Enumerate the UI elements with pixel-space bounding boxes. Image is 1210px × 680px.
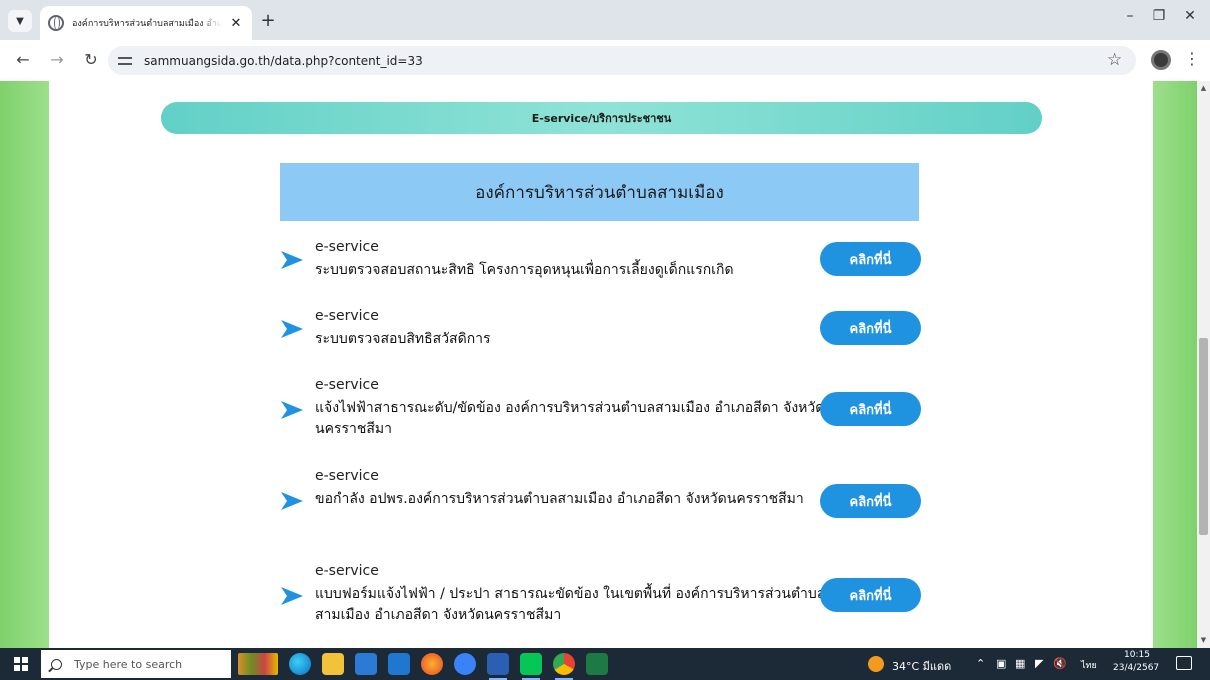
click-here-label: คลิกที่นี่ [849,402,892,418]
section-title: E-service/บริการประชาชน [531,112,672,125]
service-kind: e-service [315,308,379,324]
scrollbar-thumb[interactable] [1199,338,1208,535]
chrome-icon[interactable] [553,653,575,680]
vertical-scrollbar[interactable]: ▲ ▼ [1197,81,1210,648]
service-kind: e-service [315,377,379,393]
arrow-bullet-icon [281,492,303,510]
click-here-label: คลิกที่นี่ [849,321,892,337]
service-kind: e-service [315,468,379,484]
wifi-icon[interactable]: ◤ [1035,657,1043,670]
org-header: องค์การบริหารส่วนตำบลสามเมือง [280,163,919,221]
new-tab-button[interactable]: + [258,10,278,31]
click-here-button[interactable]: คลิกที่นี่ [820,242,921,276]
tab-title: องค์การบริหารส่วนตำบลสามเมือง อำเภ [72,19,222,29]
file-explorer-icon[interactable] [238,653,278,675]
clock-time[interactable]: 10:15 [1124,650,1150,660]
language-indicator[interactable]: ไทย [1081,658,1097,672]
reload-icon[interactable]: ↻ [80,50,102,70]
tray-chevron-icon[interactable]: ⌃ [976,657,985,670]
tab-close-icon[interactable]: ✕ [228,16,244,31]
window-close-icon[interactable]: ✕ [1180,8,1200,24]
taskbar-search[interactable]: Type here to search [41,650,231,678]
globe-favicon-icon [48,15,64,31]
bookmark-star-icon[interactable]: ☆ [1107,50,1122,70]
edge-icon[interactable] [289,653,311,675]
scroll-up-icon[interactable]: ▲ [1199,84,1208,92]
click-here-button[interactable]: คลิกที่นี่ [820,578,921,612]
page-viewport: E-service/บริการประชาชน องค์การบริหารส่ว… [0,81,1197,648]
active-tab[interactable]: องค์การบริหารส่วนตำบลสามเมือง อำเภ ✕ [40,6,252,40]
back-icon[interactable]: ← [12,50,34,70]
service-kind: e-service [315,563,379,579]
service-title: แบบฟอร์มแจ้งไฟฟ้า / ประปา สาธารณะขัดข้อง… [315,586,826,623]
right-green-border [1153,81,1197,648]
forward-icon[interactable]: → [46,50,68,70]
click-here-button[interactable]: คลิกที่นี่ [820,484,921,518]
explorer-folder-icon[interactable] [322,653,344,675]
input-indicator-icon[interactable]: ▦ [1015,657,1025,670]
page-content: E-service/บริการประชาชน องค์การบริหารส่ว… [49,81,1153,648]
profile-icon[interactable] [1151,50,1171,70]
weather-text[interactable]: 34°C มีแดด [892,657,951,675]
service-title: ขอกำลัง อปพร.องค์การบริหารส่วนตำบลสามเมื… [315,491,804,507]
line-icon[interactable] [520,653,542,680]
mail-icon[interactable] [388,653,410,675]
meet-now-icon[interactable]: ▣ [996,657,1006,670]
click-here-label: คลิกที่นี่ [849,252,892,268]
browser-tabstrip: ▼ องค์การบริหารส่วนตำบลสามเมือง อำเภ ✕ +… [0,0,1210,40]
volume-muted-icon[interactable]: 🔇 [1053,657,1067,670]
url-text[interactable]: sammuangsida.go.th/data.php?content_id=3… [144,54,423,68]
service-title: ระบบตรวจสอบสถานะสิทธิ โครงการอุดหนุนเพื่… [315,262,734,278]
section-title-bar: E-service/บริการประชาชน [161,102,1042,134]
click-here-button[interactable]: คลิกที่นี่ [820,392,921,426]
firefox-icon[interactable] [421,653,443,675]
menu-icon[interactable]: ⋮ [1184,50,1200,68]
minimize-icon[interactable]: – [1120,8,1140,24]
clock-date[interactable]: 23/4/2567 [1113,663,1159,673]
restore-icon[interactable]: ❐ [1149,8,1169,24]
tab-list-icon[interactable]: ▼ [8,10,32,32]
site-info-icon[interactable] [118,55,132,67]
copilot-icon[interactable] [454,653,476,675]
service-title: แจ้งไฟฟ้าสาธารณะดับ/ขัดข้อง องค์การบริหา… [315,400,825,437]
word-icon[interactable] [487,653,509,680]
windows-start-icon[interactable] [14,657,28,671]
excel-icon[interactable] [586,653,608,675]
store-icon[interactable] [355,653,377,675]
service-kind: e-service [315,239,379,255]
service-title: ระบบตรวจสอบสิทธิสวัสดิการ [315,331,491,347]
left-green-border [0,81,49,648]
click-here-button[interactable]: คลิกที่นี่ [820,311,921,345]
search-placeholder: Type here to search [74,657,183,671]
notification-icon[interactable] [1176,656,1192,670]
windows-taskbar: Type here to search 34°C มีแดด ⌃ ▣ ▦ ◤ 🔇… [0,648,1210,680]
scroll-down-icon[interactable]: ▼ [1199,636,1208,644]
org-title: องค์การบริหารส่วนตำบลสามเมือง [475,182,724,203]
click-here-label: คลิกที่นี่ [849,588,892,604]
weather-sun-icon[interactable] [868,656,884,672]
arrow-bullet-icon [281,587,303,605]
arrow-bullet-icon [281,401,303,419]
click-here-label: คลิกที่นี่ [849,494,892,510]
address-bar[interactable]: sammuangsida.go.th/data.php?content_id=3… [108,46,1136,75]
arrow-bullet-icon [281,320,303,338]
arrow-bullet-icon [281,251,303,269]
search-icon [51,658,62,670]
